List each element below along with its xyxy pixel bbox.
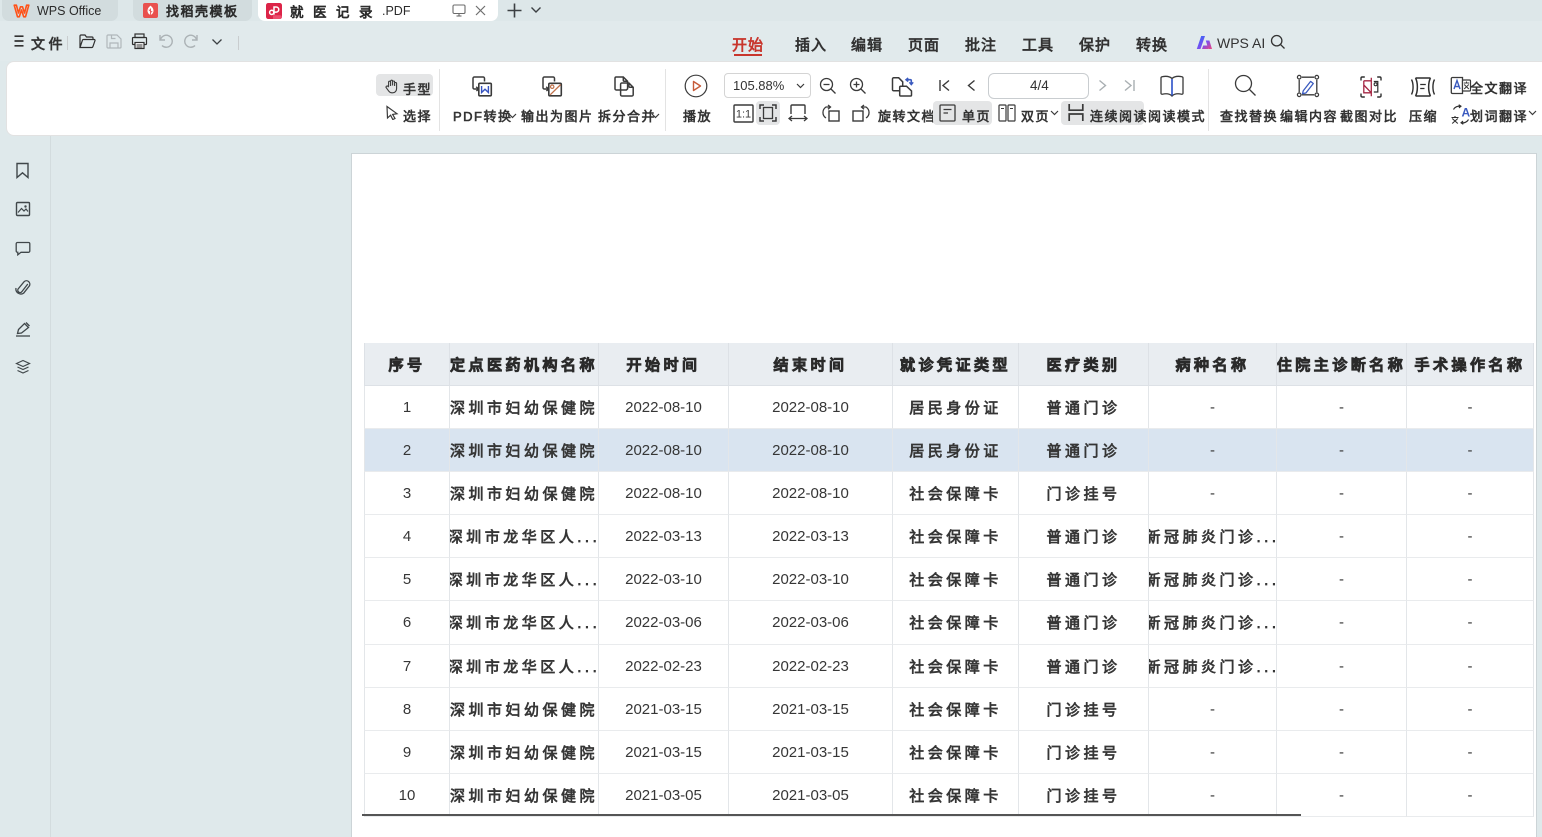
svg-text:1:1: 1:1 — [736, 109, 751, 121]
